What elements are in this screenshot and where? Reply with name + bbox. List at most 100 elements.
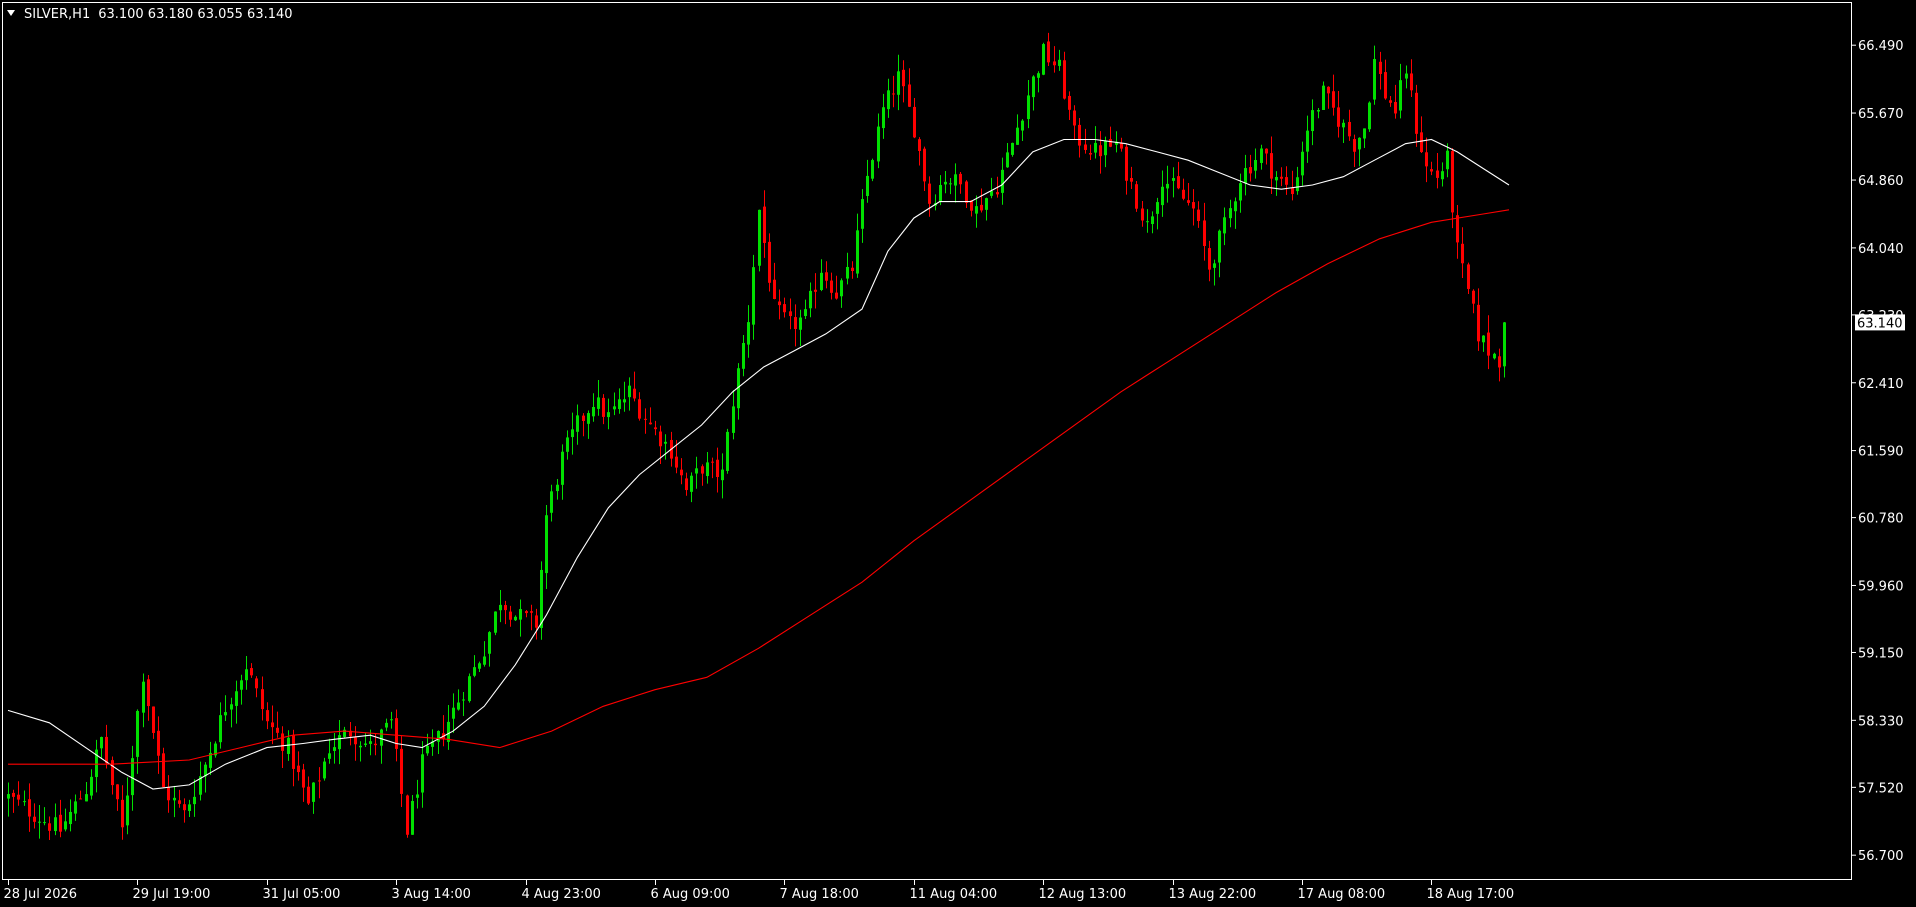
candle-body: [1296, 177, 1299, 192]
candle-body: [1254, 160, 1257, 171]
candle-body: [871, 160, 874, 179]
candle-body: [307, 786, 310, 804]
time-tick-label: 13 Aug 22:00: [1169, 887, 1257, 902]
candle-body: [623, 399, 626, 403]
price-tick-label: 59.960: [1858, 579, 1904, 594]
candle: [758, 209, 761, 272]
candle-body: [488, 632, 491, 654]
chart-window[interactable]: 66.49065.67064.86064.04063.23062.41061.5…: [0, 0, 1916, 907]
candle-body: [359, 745, 362, 748]
candle-body: [1337, 107, 1340, 127]
candle-body: [318, 780, 321, 782]
candle-body: [939, 185, 942, 202]
time-tick-label: 28 Jul 2026: [4, 887, 78, 902]
candle-body: [1037, 73, 1040, 78]
candle-body: [949, 183, 952, 185]
candle-body: [116, 784, 119, 800]
price-chart[interactable]: 66.49065.67064.86064.04063.23062.41061.5…: [0, 0, 1916, 907]
candle-body: [504, 605, 507, 611]
candle-body: [752, 267, 755, 325]
candle-body: [1197, 209, 1200, 222]
candle-body: [100, 737, 103, 749]
candle-body: [1151, 216, 1154, 225]
candle-body: [136, 710, 139, 757]
candle-body: [1084, 144, 1087, 150]
candle-body: [90, 776, 93, 796]
candle-body: [147, 679, 150, 707]
candle-body: [716, 459, 719, 477]
candle-body: [1420, 132, 1423, 153]
candle-body: [245, 669, 248, 681]
candle-body: [1482, 335, 1485, 343]
candle-body: [167, 786, 170, 801]
candle-body: [887, 90, 890, 110]
candle-body: [1436, 170, 1439, 178]
candle-body: [1104, 140, 1107, 156]
candle-body: [12, 792, 15, 797]
candle-body: [1182, 189, 1185, 199]
price-tick-label: 65.670: [1858, 107, 1904, 122]
candle-body: [773, 279, 776, 300]
candle-body: [261, 689, 264, 710]
candle-body: [1239, 183, 1242, 201]
candle-body: [406, 795, 409, 835]
candle-body: [1379, 61, 1382, 74]
candle-body: [918, 139, 921, 151]
candle-body: [840, 280, 843, 297]
candle-body: [48, 823, 51, 831]
candle-body: [742, 342, 745, 369]
time-tick-label: 11 Aug 04:00: [910, 887, 998, 902]
candle-body: [1177, 176, 1180, 189]
time-tick-label: 18 Aug 17:00: [1427, 887, 1515, 902]
candle-body: [1120, 143, 1123, 149]
candle-body: [369, 741, 372, 744]
candle: [1042, 42, 1045, 76]
candle-body: [1317, 110, 1320, 112]
candle-body: [85, 794, 88, 802]
candle-body: [1027, 95, 1030, 120]
candle-body: [1327, 86, 1330, 94]
candle-body: [1430, 169, 1433, 172]
candle-body: [659, 431, 662, 447]
candle-body: [74, 801, 77, 814]
candle-body: [530, 611, 533, 613]
candle-body: [711, 461, 714, 463]
candle-body: [302, 769, 305, 788]
candle-body: [597, 397, 600, 409]
candle-body: [726, 431, 729, 471]
candle-body: [1415, 92, 1418, 134]
candle-body: [835, 292, 838, 299]
candle-body: [561, 451, 564, 485]
candle-body: [1135, 184, 1138, 209]
candle-body: [1363, 128, 1366, 139]
candle-body: [380, 729, 383, 746]
candle-body: [990, 191, 993, 196]
candle-body: [804, 309, 807, 316]
candle-body: [1358, 137, 1361, 150]
candle-body: [395, 718, 398, 749]
candle-body: [1384, 72, 1387, 99]
candle-body: [1493, 353, 1496, 359]
candle-body: [235, 691, 238, 706]
candle-body: [1394, 102, 1397, 114]
candle-body: [426, 745, 429, 754]
candle-body: [1229, 208, 1232, 219]
candle-body: [747, 322, 750, 345]
candle-body: [23, 801, 26, 803]
candle-body: [1223, 217, 1226, 234]
candle-body: [1332, 91, 1335, 108]
candle-body: [701, 466, 704, 474]
price-tick-label: 62.410: [1858, 377, 1904, 392]
candle-body: [193, 796, 196, 805]
candle-body: [54, 817, 57, 832]
candle-body: [323, 761, 326, 779]
time-tick-label: 7 Aug 18:00: [780, 887, 859, 902]
candle-body: [1368, 102, 1371, 130]
candle-body: [550, 491, 553, 513]
candle-body: [814, 289, 817, 292]
candle-body: [996, 192, 999, 195]
candle-body: [1203, 220, 1206, 246]
candle-body: [411, 800, 414, 835]
candle-body: [1456, 215, 1459, 243]
candle-body: [1472, 290, 1475, 304]
